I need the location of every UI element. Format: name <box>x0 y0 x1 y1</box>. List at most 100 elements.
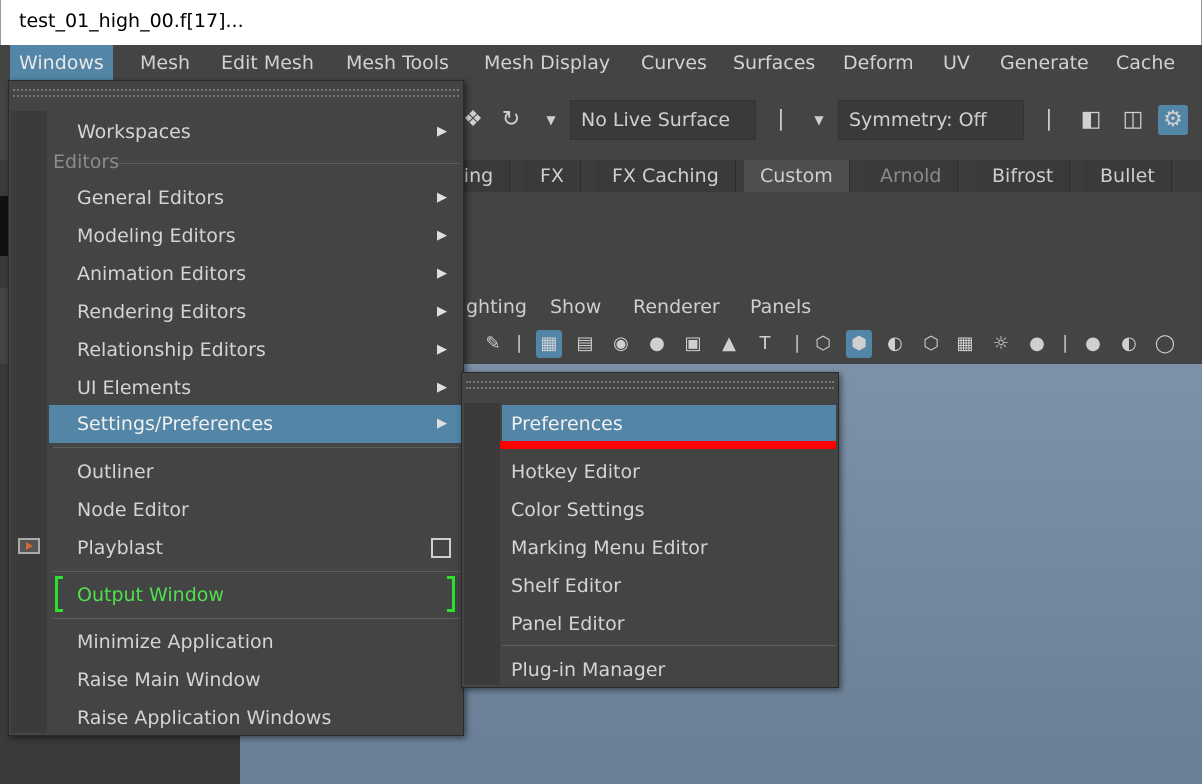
menu-item-label: Raise Main Window <box>77 669 261 691</box>
playblast-icon <box>18 538 40 554</box>
menu-item-hotkey-editor[interactable]: Hotkey Editor <box>502 453 836 491</box>
safe-action-icon[interactable]: ▲ <box>716 330 742 358</box>
menu-generate[interactable]: Generate <box>991 45 1098 82</box>
menu-item-outliner[interactable]: Outliner <box>49 453 461 491</box>
symmetry-field[interactable]: Symmetry: Off <box>838 100 1024 140</box>
settings-preferences-submenu: Preferences Hotkey Editor Color Settings… <box>461 372 839 688</box>
menu-item-marking-menu-editor[interactable]: Marking Menu Editor <box>502 529 836 567</box>
menu-item-plugin-manager[interactable]: Plug-in Manager <box>502 651 836 689</box>
divider-handle-icon: ∣ <box>1060 333 1070 354</box>
submenu-arrow-icon: ▶ <box>437 380 447 395</box>
output-icon[interactable]: ◫ <box>1118 105 1148 135</box>
option-box-icon[interactable] <box>431 538 451 558</box>
grid-icon[interactable]: ▦ <box>536 330 562 358</box>
menu-item-label: Animation Editors <box>77 263 247 285</box>
menu-windows[interactable]: Windows <box>10 45 113 82</box>
menu-item-settings-preferences[interactable]: Settings/Preferences ▶ <box>49 405 461 443</box>
menu-item-relationship-editors[interactable]: Relationship Editors ▶ <box>49 331 461 369</box>
textured-icon[interactable]: ▦ <box>952 330 978 358</box>
default-material-icon[interactable]: ◐ <box>882 330 908 358</box>
tab-bifrost[interactable]: Bifrost <box>976 160 1071 192</box>
menu-icon-gutter <box>464 403 500 685</box>
divider-handle-icon: ∣ <box>1043 107 1055 132</box>
menu-mesh-tools[interactable]: Mesh Tools <box>337 45 458 82</box>
submenu-arrow-icon: ▶ <box>437 342 447 357</box>
tab-custom[interactable]: Custom <box>744 160 850 192</box>
menu-item-label: Panel Editor <box>511 613 625 635</box>
main-menu-bar: Windows Mesh Edit Mesh Mesh Tools Mesh D… <box>0 45 1202 82</box>
input-line-icon[interactable]: ◧ <box>1076 105 1106 135</box>
menu-separator <box>119 163 459 164</box>
menu-item-panel-editor[interactable]: Panel Editor <box>502 605 836 643</box>
panel-menu-renderer[interactable]: Renderer <box>633 288 720 326</box>
submenu-arrow-icon: ▶ <box>437 266 447 281</box>
safe-title-icon[interactable]: T <box>752 330 778 358</box>
menu-item-general-editors[interactable]: General Editors ▶ <box>49 179 461 217</box>
menu-item-raise-application-windows[interactable]: Raise Application Windows <box>49 699 461 737</box>
panel-menu-panels[interactable]: Panels <box>750 288 811 326</box>
menu-item-modeling-editors[interactable]: Modeling Editors ▶ <box>49 217 461 255</box>
tear-off-handle[interactable] <box>13 89 459 97</box>
menu-mesh[interactable]: Mesh <box>131 45 199 82</box>
annotation-underline <box>500 441 836 449</box>
anti-aliasing-icon[interactable]: ◯ <box>1152 330 1178 358</box>
menu-mesh-display[interactable]: Mesh Display <box>475 45 619 82</box>
bracket-left-icon <box>55 576 63 612</box>
brush-icon[interactable]: ✎ <box>480 330 506 358</box>
menu-item-label: Hotkey Editor <box>511 461 640 483</box>
field-chart-icon[interactable]: ▣ <box>680 330 706 358</box>
ambient-occlusion-icon[interactable]: ● <box>1080 330 1106 358</box>
divider-handle-icon: ∣ <box>514 333 524 354</box>
menu-item-animation-editors[interactable]: Animation Editors ▶ <box>49 255 461 293</box>
shadows-icon[interactable]: ● <box>1024 330 1050 358</box>
menu-edit-mesh[interactable]: Edit Mesh <box>212 45 323 82</box>
window-title-bar: test_01_high_00.f[17]... <box>0 0 1202 45</box>
menu-item-workspaces[interactable]: Workspaces ▶ <box>49 113 461 151</box>
wireframe-icon[interactable]: ⬡ <box>810 330 836 358</box>
menu-curves[interactable]: Curves <box>632 45 716 82</box>
lights-icon[interactable]: ☼ <box>988 330 1014 358</box>
tab-arnold[interactable]: Arnold <box>864 160 959 192</box>
menu-item-label: Outliner <box>77 461 154 483</box>
toggle-panel-icon[interactable]: ⚙ <box>1158 105 1188 135</box>
tab-bullet[interactable]: Bullet <box>1084 160 1172 192</box>
menu-item-playblast[interactable]: Playblast <box>49 529 461 567</box>
menu-separator <box>53 571 459 572</box>
menu-item-rendering-editors[interactable]: Rendering Editors ▶ <box>49 293 461 331</box>
xray-icon[interactable]: ⬡ <box>918 330 944 358</box>
submenu-arrow-icon: ▶ <box>437 416 447 431</box>
film-gate-icon[interactable]: ▤ <box>572 330 598 358</box>
menu-item-label: Plug-in Manager <box>511 659 666 681</box>
menu-deform[interactable]: Deform <box>834 45 923 82</box>
menu-item-ui-elements[interactable]: UI Elements ▶ <box>49 369 461 407</box>
tool-icon[interactable] <box>0 196 8 256</box>
tab-fx[interactable]: FX <box>524 160 581 192</box>
menu-item-label: Playblast <box>77 537 163 559</box>
gate-mask-icon[interactable]: ● <box>644 330 670 358</box>
menu-surfaces[interactable]: Surfaces <box>724 45 824 82</box>
live-surface-field[interactable]: No Live Surface <box>570 100 756 140</box>
menu-item-raise-main-window[interactable]: Raise Main Window <box>49 661 461 699</box>
resolution-gate-icon[interactable]: ◉ <box>608 330 634 358</box>
menu-item-output-window[interactable]: Output Window <box>49 576 461 614</box>
tear-off-handle[interactable] <box>466 381 834 389</box>
menu-item-label: Minimize Application <box>77 631 274 653</box>
menu-item-color-settings[interactable]: Color Settings <box>502 491 836 529</box>
chevron-down-icon[interactable]: ▼ <box>536 105 566 135</box>
menu-cache[interactable]: Cache <box>1107 45 1184 82</box>
tab-fx-caching[interactable]: FX Caching <box>596 160 736 192</box>
menu-item-node-editor[interactable]: Node Editor <box>49 491 461 529</box>
smooth-shade-icon[interactable]: ⬢ <box>846 330 872 358</box>
menu-item-label: Color Settings <box>511 499 645 521</box>
lasso-icon[interactable]: ↻ <box>496 105 526 135</box>
menu-item-minimize-application[interactable]: Minimize Application <box>49 623 461 661</box>
menu-item-preferences[interactable]: Preferences <box>502 405 836 443</box>
chevron-down-icon[interactable]: ▼ <box>804 105 834 135</box>
panel-menu-show[interactable]: Show <box>550 288 601 326</box>
section-header-editors: Editors <box>53 151 120 173</box>
motion-blur-icon[interactable]: ◐ <box>1116 330 1142 358</box>
menu-uv[interactable]: UV <box>934 45 979 82</box>
panel-menu-lighting[interactable]: ghting <box>466 288 527 326</box>
menu-item-shelf-editor[interactable]: Shelf Editor <box>502 567 836 605</box>
menu-item-label: Preferences <box>511 413 623 435</box>
